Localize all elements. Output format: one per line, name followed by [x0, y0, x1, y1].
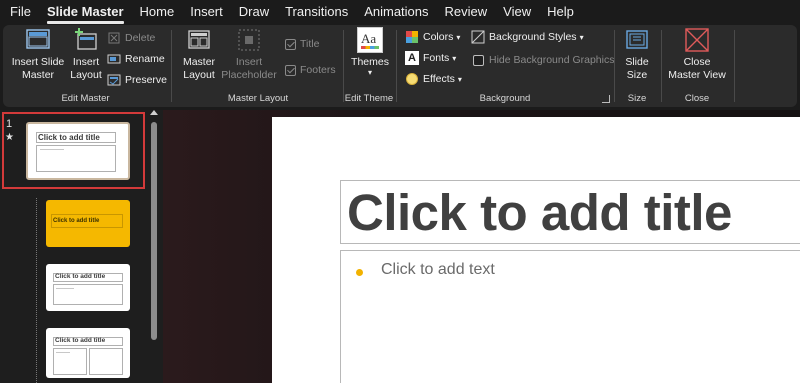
footers-check-icon — [285, 64, 296, 76]
group-label-master-layout: Master Layout — [227, 93, 289, 104]
chevron-down-icon: ▾ — [457, 74, 462, 84]
tab-transitions[interactable]: Transitions — [277, 0, 356, 25]
chevron-down-icon: ▾ — [579, 32, 584, 42]
background-dialog-launcher-icon[interactable] — [602, 95, 610, 103]
rename-icon — [107, 52, 121, 66]
rename-button[interactable]: Rename — [107, 50, 165, 68]
group-label-edit-master: Edit Master — [61, 93, 110, 104]
ribbon-divider — [734, 30, 735, 102]
tab-review[interactable]: Review — [437, 0, 496, 25]
fonts-icon: A — [405, 51, 419, 65]
tab-file[interactable]: File — [0, 0, 39, 25]
slide-size-button[interactable]: Slide Size — [617, 27, 657, 82]
title-check-icon — [285, 38, 296, 50]
ribbon: Insert Slide Master Insert Layout Delete R… — [3, 25, 797, 107]
group-label-size: Size — [627, 93, 647, 104]
delete-button[interactable]: Delete — [107, 29, 155, 47]
slide-size-label: Slide Size — [625, 56, 649, 81]
tab-animations[interactable]: Animations — [356, 0, 436, 25]
group-close: Close Master View Close — [662, 25, 732, 107]
slide-master-canvas: Click to add title Click to add text — [272, 117, 800, 383]
background-styles-button[interactable]: Background Styles ▾ — [471, 28, 584, 46]
group-label-close: Close — [684, 93, 710, 104]
body-placeholder[interactable]: Click to add text — [340, 250, 800, 383]
effects-icon — [405, 72, 419, 86]
thumbnail-layout-title[interactable]: Click to add title — [46, 200, 130, 247]
chevron-down-icon: ▾ — [452, 53, 457, 63]
thumbnail-layout-content[interactable]: Click to add title — [46, 264, 130, 311]
group-size: Slide Size Size — [615, 25, 659, 107]
delete-icon — [107, 31, 121, 45]
tab-draw[interactable]: Draw — [231, 0, 277, 25]
slide-size-icon — [624, 27, 650, 53]
insert-slide-master-button[interactable]: Insert Slide Master — [9, 27, 67, 82]
colors-button[interactable]: Colors ▾ — [405, 28, 460, 46]
insert-slide-master-label: Insert Slide Master — [11, 56, 65, 81]
thumbnail-slide-master[interactable]: Click to add title — [26, 122, 130, 180]
hide-background-graphics-check-icon — [473, 54, 484, 66]
layout-connector-line — [36, 198, 37, 383]
insert-placeholder-label: Insert Placeholder — [221, 56, 277, 81]
master-layout-label: Master Layout — [182, 56, 216, 81]
chevron-down-icon: ▾ — [367, 68, 372, 77]
group-label-edit-theme: Edit Theme — [344, 93, 394, 104]
insert-layout-icon — [73, 27, 99, 53]
thumbnail-title: Click to add title — [55, 337, 106, 344]
group-background: Colors ▾ A Fonts ▾ Effects ▾ Background Sty… — [397, 25, 614, 107]
master-layout-icon — [186, 27, 212, 53]
bullet-icon — [356, 269, 363, 276]
insert-placeholder-button[interactable]: Insert Placeholder — [219, 27, 279, 82]
themes-icon: Aa — [357, 27, 383, 53]
scroll-up-arrow-icon[interactable] — [150, 110, 158, 115]
tab-slide-master[interactable]: Slide Master — [39, 0, 132, 25]
effects-button[interactable]: Effects ▾ — [405, 70, 462, 88]
thumbnail-scrollbar[interactable] — [147, 110, 161, 383]
group-label-background: Background — [479, 93, 531, 104]
chevron-down-icon: ▾ — [456, 32, 461, 42]
tab-view[interactable]: View — [495, 0, 539, 25]
scrollbar-thumb[interactable] — [151, 122, 157, 340]
tab-help[interactable]: Help — [539, 0, 582, 25]
tab-insert[interactable]: Insert — [182, 0, 231, 25]
insert-layout-label: Insert Layout — [70, 56, 102, 81]
thumbnail-title: Click to add title — [55, 273, 106, 280]
group-edit-theme: Aa Themes ▾ Edit Theme — [344, 25, 394, 107]
themes-button[interactable]: Aa Themes ▾ — [349, 27, 391, 77]
background-styles-icon — [471, 30, 485, 44]
footers-checkbox[interactable]: Footers — [285, 61, 336, 79]
ribbon-divider — [171, 30, 172, 102]
slide-thumbnail-pane: 1 ★ Click to add title Click to add titl… — [0, 110, 163, 383]
thumbnail-title: Click to add title — [38, 133, 100, 142]
title-placeholder-text: Click to add title — [347, 184, 732, 241]
tab-home[interactable]: Home — [132, 0, 183, 25]
title-checkbox[interactable]: Title — [285, 35, 319, 53]
menu-bar: File Slide Master Home Insert Draw Trans… — [0, 0, 800, 25]
close-master-view-label: Close Master View — [668, 56, 726, 81]
group-master-layout: Master Layout Insert Placeholder Title Foo… — [173, 25, 343, 107]
colors-icon — [405, 30, 419, 44]
preserve-icon — [107, 73, 121, 87]
insert-slide-master-icon — [25, 27, 51, 53]
fonts-button[interactable]: A Fonts ▾ — [405, 49, 456, 67]
body-placeholder-text: Click to add text — [381, 261, 495, 278]
group-edit-master: Insert Slide Master Insert Layout Delete R… — [3, 25, 168, 107]
hide-background-graphics-checkbox[interactable]: Hide Background Graphics — [473, 51, 614, 69]
thumbnail-layout-two-content[interactable]: Click to add title — [46, 328, 130, 378]
master-layout-button[interactable]: Master Layout — [177, 27, 221, 82]
preserve-button[interactable]: Preserve — [107, 71, 167, 89]
insert-layout-button[interactable]: Insert Layout — [66, 27, 106, 82]
close-master-view-button[interactable]: Close Master View — [665, 27, 729, 82]
close-icon — [684, 27, 710, 53]
title-placeholder[interactable]: Click to add title — [340, 180, 800, 244]
insert-placeholder-icon — [236, 27, 262, 53]
